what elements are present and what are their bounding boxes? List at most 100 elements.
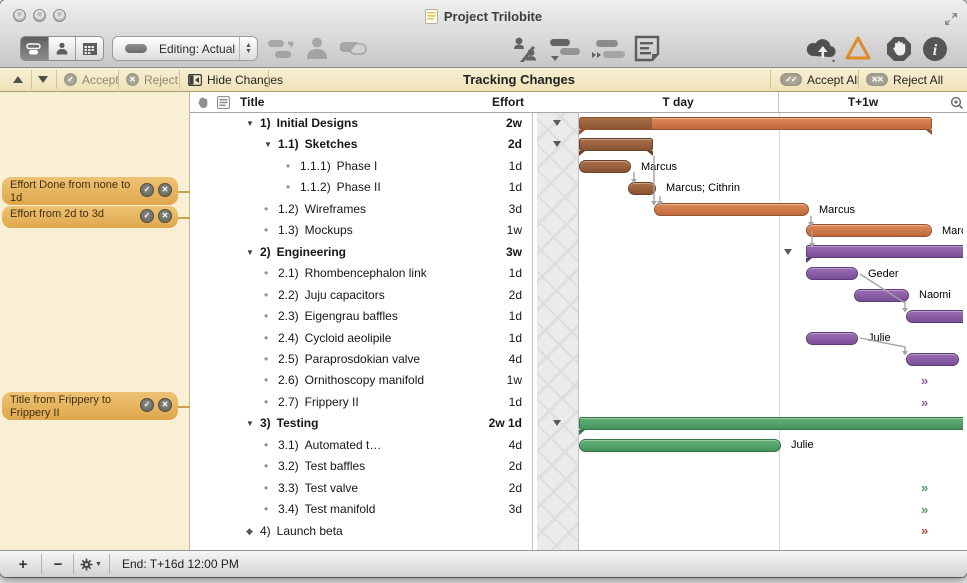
fullscreen-icon[interactable] xyxy=(943,11,959,27)
gantt-gutter xyxy=(537,113,578,550)
disclosure-triangle[interactable]: ▼ xyxy=(246,419,254,428)
editing-mode-dropdown[interactable]: Editing: Actual ▲▼ xyxy=(112,36,258,61)
task-row[interactable]: •2.4) Cycloid aeolipile1d xyxy=(190,328,532,349)
offscreen-bar-indicator: » xyxy=(921,375,928,387)
stop-hand-icon[interactable] xyxy=(886,36,912,62)
task-row[interactable]: •1.1.2) Phase II1d xyxy=(190,177,532,198)
task-effort: 2d xyxy=(509,459,522,473)
task-row[interactable]: ▼2) Engineering3w xyxy=(190,242,532,263)
task-row[interactable]: ◆4) Launch beta xyxy=(190,521,532,542)
reject-change-button[interactable]: ✕ Reject xyxy=(126,68,178,91)
task-bullet-icon: • xyxy=(264,438,268,452)
task-row[interactable]: •1.1.1) Phase I1d xyxy=(190,156,532,177)
task-effort: 1d xyxy=(509,266,522,280)
gantt-bar[interactable] xyxy=(628,182,656,195)
disclosure-triangle[interactable]: ▼ xyxy=(246,248,254,257)
reschedule-icon[interactable] xyxy=(590,38,626,60)
task-row[interactable]: •3.1) Automated t…4d xyxy=(190,435,532,456)
summary-hook xyxy=(579,151,585,156)
accept-all-button[interactable]: ✓✓ Accept All xyxy=(780,68,860,91)
add-task-button[interactable]: + xyxy=(8,551,38,577)
reject-change-icon[interactable]: ✕ xyxy=(158,209,172,223)
task-title: 1.3) Mockups xyxy=(278,223,353,237)
gantt-bar[interactable] xyxy=(654,203,809,216)
previous-change-button[interactable] xyxy=(13,68,23,91)
task-row[interactable]: •3.3) Test valve2d xyxy=(190,478,532,499)
calendar-view-segment[interactable] xyxy=(76,37,103,60)
task-row[interactable]: ▼1) Initial Designs2w xyxy=(190,113,532,134)
reject-change-icon[interactable]: ✕ xyxy=(158,398,172,412)
gantt-bar[interactable] xyxy=(854,289,909,302)
person-icon[interactable] xyxy=(306,36,328,60)
task-title: 1.1.1) Phase I xyxy=(300,159,377,173)
disclosure-triangle[interactable]: ▼ xyxy=(264,140,272,149)
half-task-icon[interactable] xyxy=(340,40,368,56)
change-bubble[interactable]: Title from Frippery to Frippery II✓✕ xyxy=(2,392,178,420)
gantt-bar[interactable] xyxy=(579,417,963,430)
task-row[interactable]: •3.2) Test baffles2d xyxy=(190,456,532,477)
next-change-button[interactable] xyxy=(38,68,48,91)
gantt-bar[interactable] xyxy=(579,439,781,452)
notes-icon[interactable] xyxy=(634,35,660,62)
note-column-icon[interactable] xyxy=(217,96,230,109)
accept-change-icon[interactable]: ✓ xyxy=(140,183,154,197)
task-row[interactable]: •1.2) Wireframes3d xyxy=(190,199,532,220)
task-row[interactable]: •2.6) Ornithoscopy manifold1w xyxy=(190,370,532,391)
effort-column-header[interactable]: Effort xyxy=(450,95,524,109)
dependency-lines xyxy=(579,113,963,550)
task-row[interactable]: •2.3) Eigengrau baffles1d xyxy=(190,306,532,327)
hand-drag-icon[interactable] xyxy=(196,96,209,109)
gantt-bar[interactable] xyxy=(579,117,932,130)
org-chart-icon[interactable] xyxy=(266,38,296,60)
summary-hook xyxy=(806,258,812,263)
task-row[interactable]: ▼1.1) Sketches2d xyxy=(190,134,532,155)
task-row[interactable]: •3.4) Test manifold3d xyxy=(190,499,532,520)
view-mode-segmented-control xyxy=(20,36,104,61)
gantt-bar[interactable] xyxy=(579,160,631,173)
resource-view-segment[interactable] xyxy=(49,37,77,60)
level-resources-icon[interactable] xyxy=(548,36,582,62)
warning-icon[interactable] xyxy=(845,36,871,60)
gantt-view-segment[interactable] xyxy=(21,37,49,60)
task-row[interactable]: •2.1) Rhombencephalon link1d xyxy=(190,263,532,284)
title-column-header[interactable]: Title xyxy=(240,95,264,109)
reject-all-label: Reject All xyxy=(893,73,943,87)
change-bubble[interactable]: Effort Done from none to 1d✓✕ xyxy=(2,177,178,205)
gantt-bar[interactable] xyxy=(806,224,932,237)
gantt-bar[interactable] xyxy=(806,245,963,258)
gantt-bar[interactable] xyxy=(579,138,653,151)
task-bullet-icon: • xyxy=(264,352,268,366)
info-icon[interactable]: i xyxy=(922,36,948,62)
down-arrow-icon xyxy=(38,76,48,83)
reject-all-button[interactable]: ✕✕ Reject All xyxy=(866,68,943,91)
task-bullet-icon: • xyxy=(264,309,268,323)
gantt-bar[interactable] xyxy=(806,332,858,345)
cloud-sync-icon[interactable] xyxy=(804,34,840,64)
gantt-bar[interactable] xyxy=(906,353,959,366)
gantt-bar[interactable] xyxy=(906,310,963,323)
task-bullet-icon: • xyxy=(264,202,268,216)
reject-change-icon[interactable]: ✕ xyxy=(158,183,172,197)
gantt-bar[interactable] xyxy=(806,267,858,280)
task-bullet-icon: • xyxy=(264,481,268,495)
task-title: 2) Engineering xyxy=(260,245,346,259)
resource-label: Marcus xyxy=(641,161,677,173)
assign-percent-icon[interactable] xyxy=(512,36,538,62)
task-bullet-icon: • xyxy=(264,502,268,516)
summary-hook xyxy=(647,151,653,156)
task-row[interactable]: •2.5) Paraprosdokian valve4d xyxy=(190,349,532,370)
action-gear-button[interactable]: ▼ xyxy=(76,551,106,577)
zoom-timeline-icon[interactable] xyxy=(950,96,964,110)
accept-change-icon[interactable]: ✓ xyxy=(140,209,154,223)
accept-change-icon[interactable]: ✓ xyxy=(140,398,154,412)
change-bubble[interactable]: Effort from 2d to 3d✓✕ xyxy=(2,206,178,228)
disclosure-triangle[interactable]: ▼ xyxy=(246,119,254,128)
accept-change-button[interactable]: ✓ Accept xyxy=(64,68,119,91)
task-row[interactable]: •2.2) Juju capacitors2d xyxy=(190,285,532,306)
task-row[interactable]: ▼3) Testing2w 1d xyxy=(190,413,532,434)
svg-text:i: i xyxy=(933,42,938,59)
task-row[interactable]: •1.3) Mockups1w xyxy=(190,220,532,241)
remove-task-button[interactable]: − xyxy=(44,551,72,577)
task-effort: 2d xyxy=(509,481,522,495)
task-row[interactable]: •2.7) Frippery II1d xyxy=(190,392,532,413)
